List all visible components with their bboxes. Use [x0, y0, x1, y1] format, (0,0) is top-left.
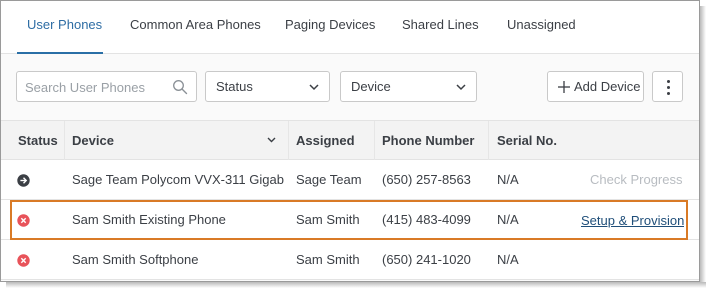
plus-icon: [558, 81, 570, 93]
more-options-button[interactable]: [652, 71, 683, 102]
active-tab-underline: [17, 52, 103, 54]
tab-common-area-phones[interactable]: Common Area Phones: [130, 1, 261, 54]
chevron-down-icon: [456, 84, 466, 91]
assigned-user: Sage Team: [296, 172, 362, 187]
column-divider: [374, 121, 375, 160]
device-name: Sam Smith Softphone: [72, 252, 199, 267]
tab-label: Unassigned: [507, 17, 576, 32]
column-divider: [488, 121, 489, 160]
column-header-device-label: Device: [72, 133, 114, 148]
add-device-button[interactable]: Add Device: [547, 71, 644, 102]
column-header-status: Status: [18, 133, 58, 148]
tab-label: Paging Devices: [285, 17, 376, 32]
table-row[interactable]: Sam Smith Existing Phone Sam Smith (415)…: [1, 200, 699, 240]
column-header-assigned: Assigned: [296, 133, 355, 148]
phone-number: (650) 241-1020: [382, 252, 471, 267]
search-input[interactable]: [25, 78, 175, 96]
tab-user-phones[interactable]: User Phones: [17, 1, 103, 54]
column-header-serial-no: Serial No.: [497, 133, 557, 148]
phone-number: (650) 257-8563: [382, 172, 471, 187]
chevron-down-icon: [309, 84, 319, 91]
toolbar: Status Device Add Device: [1, 55, 699, 119]
device-name: Sage Team Polycom VVX-311 Gigabit ...: [72, 172, 284, 187]
column-header-phone-number: Phone Number: [382, 133, 475, 148]
tab-label: User Phones: [27, 17, 103, 32]
frame-shadow: [700, 6, 706, 287]
app-frame: User Phones Common Area Phones Paging De…: [0, 0, 700, 282]
phone-number: (415) 483-4099: [382, 212, 471, 227]
search-icon[interactable]: [172, 79, 188, 95]
sort-chevron-down-icon[interactable]: [266, 135, 277, 145]
arrow-right-circle-icon: [17, 174, 30, 187]
column-header-device[interactable]: Device: [72, 133, 279, 148]
table-row[interactable]: Sam Smith Softphone Sam Smith (650) 241-…: [1, 240, 699, 280]
add-device-label: Add Device: [574, 79, 641, 94]
tab-bar: User Phones Common Area Phones Paging De…: [1, 1, 699, 54]
search-box: [16, 71, 197, 102]
tab-label: Common Area Phones: [130, 17, 261, 32]
table-header: Status Device Assigned Phone Number Seri…: [1, 120, 699, 160]
assigned-user: Sam Smith: [296, 212, 360, 227]
status-filter-label: Status: [216, 79, 253, 94]
error-circle-icon: [17, 254, 30, 267]
tab-label: Shared Lines: [402, 17, 479, 32]
device-name: Sam Smith Existing Phone: [72, 212, 226, 227]
error-circle-icon: [17, 214, 30, 227]
assigned-user: Sam Smith: [296, 252, 360, 267]
table-row[interactable]: Sage Team Polycom VVX-311 Gigabit ... Sa…: [1, 160, 699, 200]
status-filter-dropdown[interactable]: Status: [205, 71, 330, 102]
column-divider: [288, 121, 289, 160]
check-progress-link: Check Progress: [590, 172, 683, 187]
serial-number: N/A: [497, 212, 519, 227]
serial-number: N/A: [497, 252, 519, 267]
tab-unassigned[interactable]: Unassigned: [507, 1, 576, 54]
frame-shadow: [6, 282, 706, 288]
setup-provision-link[interactable]: Setup & Provision: [581, 213, 684, 228]
column-divider: [64, 121, 65, 160]
tab-shared-lines[interactable]: Shared Lines: [402, 1, 479, 54]
tab-paging-devices[interactable]: Paging Devices: [285, 1, 375, 54]
device-filter-dropdown[interactable]: Device: [340, 71, 477, 102]
serial-number: N/A: [497, 172, 519, 187]
device-filter-label: Device: [351, 79, 391, 94]
